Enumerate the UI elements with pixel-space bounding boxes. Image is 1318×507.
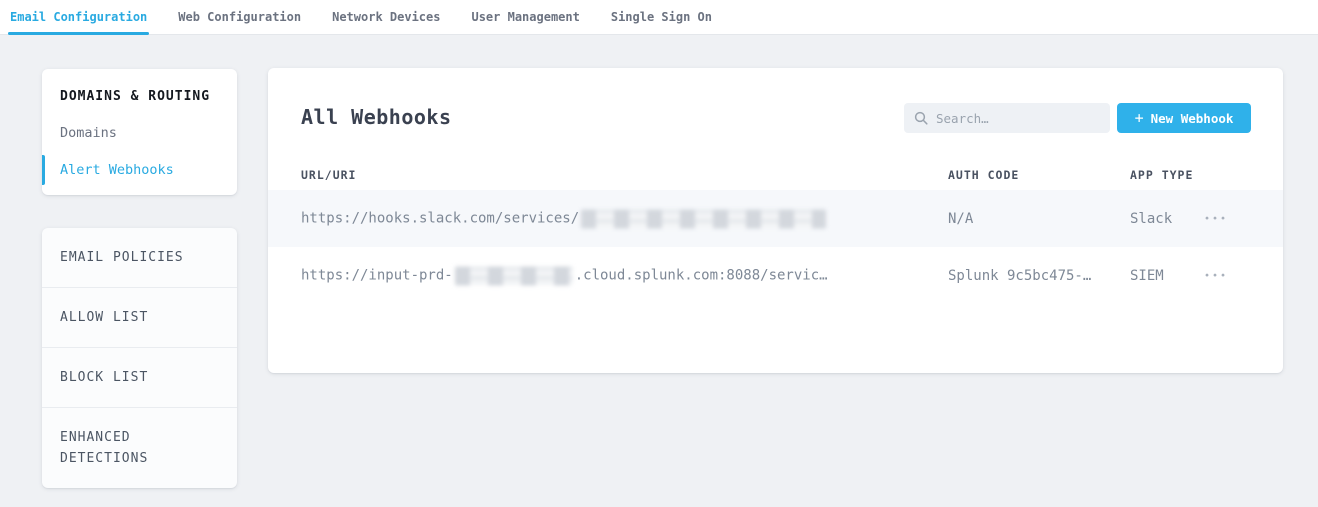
tab-label: Network Devices — [332, 10, 440, 24]
redacted-blur — [455, 266, 573, 285]
page-title: All Webhooks — [301, 105, 452, 129]
webhook-url: https://hooks.slack.com/services/ — [301, 209, 826, 228]
sidebar-item-enhanced-detections[interactable]: ENHANCED DETECTIONS — [42, 407, 237, 488]
row-menu-icon[interactable]: ••• — [1200, 264, 1232, 287]
table-header: URL/URI AUTH CODE APP TYPE — [268, 160, 1283, 190]
search-box[interactable] — [904, 103, 1110, 133]
webhook-url: https://input-prd- .cloud.splunk.com:808… — [301, 266, 828, 285]
app-type: Slack — [1130, 211, 1172, 227]
app-type: SIEM — [1130, 268, 1164, 284]
row-menu-icon[interactable]: ••• — [1200, 207, 1232, 230]
redacted-blur — [581, 209, 826, 228]
table-row[interactable]: https://hooks.slack.com/services/ N/A Sl… — [268, 190, 1283, 247]
tab-network-devices[interactable]: Network Devices — [332, 1, 440, 34]
table-row[interactable]: https://input-prd- .cloud.splunk.com:808… — [268, 247, 1283, 304]
tab-label: Email Configuration — [10, 10, 147, 24]
column-header-auth: AUTH CODE — [948, 168, 1019, 182]
domains-routing-card: DOMAINS & ROUTING Domains Alert Webhooks — [42, 69, 237, 195]
url-text: https://hooks.slack.com/services/ — [301, 211, 579, 227]
sidebar-item-block-list[interactable]: BLOCK LIST — [42, 347, 237, 407]
sidebar-item-allow-list[interactable]: ALLOW LIST — [42, 287, 237, 347]
domains-routing-title: DOMAINS & ROUTING — [60, 89, 219, 104]
plus-icon: + — [1135, 109, 1144, 127]
tab-email-configuration[interactable]: Email Configuration — [10, 1, 147, 34]
top-navbar: Email Configuration Web Configuration Ne… — [0, 0, 1318, 35]
tab-web-configuration[interactable]: Web Configuration — [178, 1, 301, 34]
sidebar-item-alert-webhooks[interactable]: Alert Webhooks — [60, 162, 219, 178]
auth-code: N/A — [948, 211, 973, 227]
active-item-indicator — [42, 155, 45, 185]
tab-label: User Management — [471, 10, 579, 24]
tab-label: Web Configuration — [178, 10, 301, 24]
new-webhook-button-label: New Webhook — [1151, 111, 1234, 126]
sidebar-sections-card: EMAIL POLICIES ALLOW LIST BLOCK LIST ENH… — [42, 228, 237, 488]
webhooks-panel: All Webhooks + New Webhook URL/URI AUTH … — [268, 68, 1283, 373]
sidebar-item-domains[interactable]: Domains — [60, 125, 219, 141]
column-header-url: URL/URI — [301, 168, 356, 182]
active-tab-underline — [8, 32, 149, 35]
new-webhook-button[interactable]: + New Webhook — [1117, 103, 1251, 133]
sidebar-item-email-policies[interactable]: EMAIL POLICIES — [42, 228, 237, 287]
tab-user-management[interactable]: User Management — [471, 1, 579, 34]
column-header-app: APP TYPE — [1130, 168, 1193, 182]
url-text: .cloud.splunk.com:8088/servic… — [575, 268, 828, 284]
sidebar-item-label: Domains — [60, 125, 117, 141]
search-icon — [914, 111, 928, 125]
url-text: https://input-prd- — [301, 268, 453, 284]
auth-code: Splunk 9c5bc475-… — [948, 268, 1091, 284]
sidebar-item-label: Alert Webhooks — [60, 162, 174, 178]
search-input[interactable] — [936, 111, 1086, 126]
tab-single-sign-on[interactable]: Single Sign On — [611, 1, 712, 34]
tab-label: Single Sign On — [611, 10, 712, 24]
